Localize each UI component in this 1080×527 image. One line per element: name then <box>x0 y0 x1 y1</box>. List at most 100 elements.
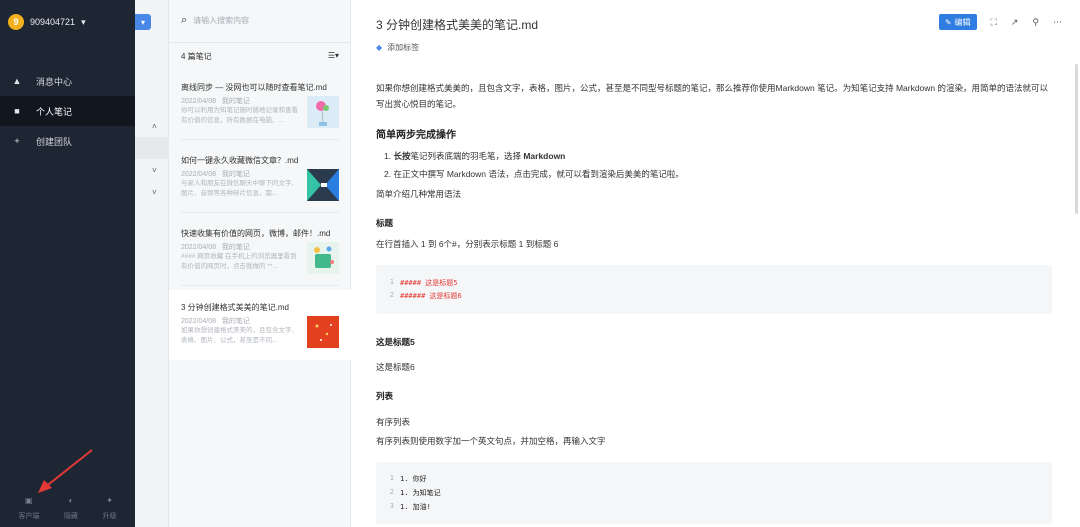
code-text: 1. 你好 <box>400 475 427 483</box>
intro-paragraph: 如果你想创建格式美美的，且包含文字，表格，图片，公式，甚至是不同型号标题的笔记，… <box>376 83 1049 109</box>
note-snippet: 你可以利用为知笔记随时随地记录和查看有价值的信息，所有数据在电脑、... <box>181 107 298 124</box>
chevron-down-icon[interactable]: ˅ <box>152 188 157 197</box>
note-count: 4 篇笔记 <box>181 52 212 61</box>
step1-bold-verb: 长按 <box>393 151 411 161</box>
note-thumbnail <box>307 316 339 348</box>
line-number: 1 <box>389 278 394 286</box>
list-header: 4 篇笔记 ☰▾ <box>181 51 339 62</box>
selected-folder-row[interactable] <box>135 137 169 159</box>
sidebar-item-messages[interactable]: ▲ 消息中心 <box>0 66 135 96</box>
note-snippet: 如果你想创建格式美美的，且包含文字、表格、图片、公式，甚至是不同... <box>181 327 298 344</box>
search-box[interactable]: ⌕ 请输入搜索内容 <box>181 14 249 27</box>
note-title: 快速收集有价值的网页，微博，邮件！.md <box>181 229 331 238</box>
tag-icon: ◆ <box>376 43 383 52</box>
more-icon[interactable]: ⋯ <box>1053 17 1062 28</box>
sidebar-item-label: 创建团队 <box>36 136 73 147</box>
note-date: 2022/04/08 <box>181 318 217 325</box>
sidebar-item-personal-notes[interactable]: ■ 个人笔记 <box>0 96 135 126</box>
step1-bold-markdown: Markdown <box>523 151 566 161</box>
sidebar-bottom-bar: ▣ 客户端 ◐ 隐藏 ✦ 升级 <box>0 496 135 521</box>
line-number: 1 <box>389 474 394 482</box>
note-meta: 2022/04/08 我的笔记 <box>181 169 250 179</box>
upgrade-button[interactable]: ✦ 升级 <box>103 496 117 521</box>
add-tag-button[interactable]: ◆ 添加标签 <box>376 42 419 53</box>
list-item[interactable]: 离线同步 — 没网也可以随时查看笔记.md 2022/04/08 我的笔记 你可… <box>169 70 351 140</box>
line-number: 2 <box>389 488 394 496</box>
note-thumbnail <box>307 96 339 128</box>
note-icon: ■ <box>14 106 20 116</box>
note-title: 3 分钟创建格式美美的笔记.md <box>181 303 290 312</box>
client-button[interactable]: ▣ 客户端 <box>18 496 39 521</box>
code-block-headings: 1 ##### 这是标题5 2 ###### 这是标题6 <box>376 265 1052 314</box>
scrollbar[interactable] <box>1075 64 1078 214</box>
ordered-list-description: 有序列表则使用数字加一个英文句点，并加空格，再输入文字 <box>376 436 606 446</box>
search-icon: ⌕ <box>181 14 188 26</box>
bell-icon: ▲ <box>12 76 22 86</box>
note-editor: 3 分钟创建格式美美的笔记.md ✎ 编辑 ⛶ ↗ ⚲ ⋯ ◆ 添加标签 如果你… <box>352 0 1080 527</box>
divider <box>169 42 351 43</box>
list-item[interactable]: 快速收集有价值的网页，微博，邮件！.md 2022/04/08 我的笔记 ###… <box>169 216 351 286</box>
note-thumbnail <box>307 169 339 201</box>
step2-text: 在正文中撰写 Markdown 语法，点击完成，就可以看到渲染后美美的笔记啦。 <box>393 169 684 179</box>
link-icon[interactable]: ⚲ <box>1032 17 1039 28</box>
divider <box>181 212 339 213</box>
chevron-down-icon: ▾ <box>140 17 145 27</box>
red-arrow-annotation <box>38 449 93 493</box>
list-item-active[interactable]: 3 分钟创建格式美美的笔记.md 2022/04/08 我的笔记 如果你想创建格… <box>169 290 351 360</box>
note-date: 2022/04/08 <box>181 98 217 105</box>
line-number: 2 <box>389 291 394 299</box>
step1-text: 笔记列表底端的羽毛笔，选择 <box>410 151 524 161</box>
title-description: 在行首插入 1 到 6个#，分别表示标题 1 到标题 6 <box>376 239 559 249</box>
note-meta: 2022/04/08 我的笔记 <box>181 96 250 106</box>
code-line: 1 1. 你好 <box>386 474 427 484</box>
note-title: 如何一键永久收藏微信文章？.md <box>181 156 299 165</box>
code-text: ###### 这是标题6 <box>400 292 462 300</box>
fullscreen-icon[interactable]: ⛶ <box>991 17 997 28</box>
note-meta: 2022/04/08 我的笔记 <box>181 316 250 326</box>
line-number: 3 <box>389 502 394 510</box>
edit-button[interactable]: ✎ 编辑 <box>938 14 977 30</box>
sidebar-nav: ▲ 消息中心 ■ 个人笔记 + 创建团队 <box>0 66 135 156</box>
code-line: 2 ###### 这是标题6 <box>386 291 462 301</box>
page-title: 3 分钟创建格式美美的笔记.md <box>376 18 539 32</box>
note-folder: 我的笔记 <box>221 318 250 325</box>
sort-icon[interactable]: ☰▾ <box>328 51 339 62</box>
sidebar-item-label: 消息中心 <box>36 76 73 87</box>
code-text: 1. 加油! <box>400 503 431 511</box>
note-folder: 我的笔记 <box>221 171 250 178</box>
user-menu[interactable]: 9 909404721 ▾ <box>8 14 86 30</box>
sidebar-item-create-team[interactable]: + 创建团队 <box>0 126 135 156</box>
upgrade-label: 升级 <box>102 513 117 520</box>
code-text: ##### 这是标题5 <box>400 279 458 287</box>
editor-toolbar: ✎ 编辑 ⛶ ↗ ⚲ ⋯ <box>938 14 1062 30</box>
sidebar-item-label: 个人笔记 <box>36 106 73 117</box>
note-list: ⌕ 请输入搜索内容 4 篇笔记 ☰▾ 离线同步 — 没网也可以随时查看笔记.md… <box>169 0 351 527</box>
search-input[interactable]: 请输入搜索内容 <box>193 15 249 26</box>
rendered-h6: 这是标题6 <box>376 362 415 372</box>
hide-button[interactable]: ◐ 隐藏 <box>64 496 78 521</box>
client-label: 客户端 <box>18 513 40 520</box>
note-date: 2022/04/08 <box>181 244 217 251</box>
note-date: 2022/04/08 <box>181 171 217 178</box>
username: 909404721 <box>30 17 76 27</box>
code-line: 3 1. 加油! <box>386 502 431 512</box>
note-meta: 2022/04/08 我的笔记 <box>181 242 250 252</box>
list-item[interactable]: 如何一键永久收藏微信文章？.md 2022/04/08 我的笔记 与家人和朋友在… <box>169 143 351 213</box>
ordered-step-1: 1. 长按笔记列表底端的羽毛笔，选择 Markdown <box>384 151 566 161</box>
chevron-up-icon[interactable]: ˄ <box>152 122 157 131</box>
chevron-down-icon: ▾ <box>81 16 86 27</box>
external-link-icon[interactable]: ↗ <box>1011 17 1019 28</box>
note-folder: 我的笔记 <box>221 98 250 105</box>
syntax-intro: 简单介绍几种常用语法 <box>376 189 462 199</box>
note-folder: 我的笔记 <box>221 244 250 251</box>
heading-title: 标题 <box>376 218 394 228</box>
pen-icon: ✎ <box>944 17 952 27</box>
chevron-down-icon[interactable]: ˅ <box>152 166 157 175</box>
divider <box>181 285 339 286</box>
avatar: 9 <box>8 14 24 30</box>
plus-icon: + <box>14 136 20 146</box>
upgrade-icon: ✦ <box>106 496 113 505</box>
note-title: 离线同步 — 没网也可以随时查看笔记.md <box>181 83 327 92</box>
new-note-button[interactable]: ▾ <box>135 14 151 30</box>
code-line: 2 1. 为知笔记 <box>386 488 441 498</box>
